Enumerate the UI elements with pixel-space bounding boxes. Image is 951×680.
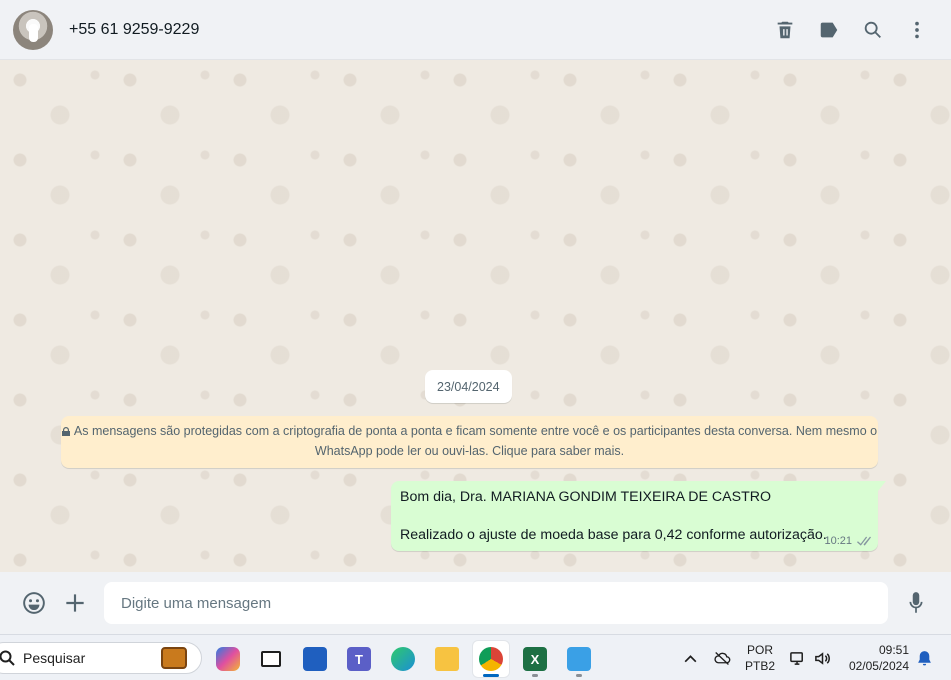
message-text-line: Realizado o ajuste de moeda base para 0,…: [400, 527, 827, 543]
network-icon: [789, 651, 803, 665]
taskbar-search[interactable]: Pesquisar: [0, 642, 202, 674]
header-actions: [769, 14, 933, 46]
contact-avatar[interactable]: [13, 9, 53, 50]
more-vertical-icon: [915, 21, 919, 39]
taskbar-excel[interactable]: X: [517, 641, 553, 677]
encryption-notice[interactable]: As mensagens são protegidas com a cripto…: [61, 416, 878, 468]
labels-button[interactable]: [813, 14, 845, 46]
bell-icon: [917, 650, 931, 665]
clock-time: 09:51: [878, 643, 909, 657]
show-hidden-icons-button[interactable]: [680, 635, 700, 680]
chevron-up-icon: [684, 654, 696, 662]
microphone-icon: [909, 592, 923, 613]
trash-icon: [777, 21, 793, 39]
taskbar-search-label: Pesquisar: [23, 650, 86, 666]
search-icon: [864, 21, 881, 38]
copilot-icon: [216, 647, 240, 671]
search-button[interactable]: [857, 14, 889, 46]
clock-date: 02/05/2024: [848, 659, 909, 673]
notepad-icon: [567, 647, 591, 671]
store-icon: [303, 647, 327, 671]
volume-status[interactable]: [811, 635, 833, 680]
cloud-offline-icon: [713, 651, 730, 665]
task-view-icon: [261, 651, 281, 667]
message-composer: Digite uma mensagem: [0, 572, 951, 634]
attach-button[interactable]: [58, 586, 92, 620]
windows-taskbar: Pesquisar T X POR PTB2 09:51 02/05/2024: [0, 634, 951, 680]
active-indicator: [483, 674, 499, 677]
delete-chat-button[interactable]: [769, 14, 801, 46]
menu-button[interactable]: [901, 14, 933, 46]
excel-icon: X: [523, 647, 547, 671]
voice-message-button[interactable]: [899, 586, 933, 620]
briefcase-icon[interactable]: [161, 647, 187, 669]
plus-icon: [66, 594, 84, 612]
contact-name[interactable]: +55 61 9259-9229: [69, 21, 199, 39]
chrome-icon: [479, 647, 503, 671]
date-chip: 23/04/2024: [425, 370, 512, 403]
emoji-button[interactable]: [17, 586, 51, 620]
speaker-icon: [814, 651, 830, 665]
double-check-icon: [855, 536, 871, 547]
message-text-line: Bom dia, Dra. MARIANA GONDIM TEIXEIRA DE…: [400, 489, 772, 505]
network-status[interactable]: [786, 635, 808, 680]
taskbar-notepad[interactable]: [561, 641, 597, 677]
lock-icon: [61, 422, 70, 436]
message-meta: 10:21: [824, 535, 871, 547]
encryption-notice-text: As mensagens são protegidas com a cripto…: [73, 424, 878, 458]
folder-icon: [435, 647, 459, 671]
message-input[interactable]: Digite uma mensagem: [104, 582, 888, 624]
taskbar-edge[interactable]: [385, 641, 421, 677]
taskbar-copilot[interactable]: [210, 641, 246, 677]
label-tag-icon: [820, 22, 838, 38]
message-time: 10:21: [824, 535, 852, 547]
taskbar-clock[interactable]: 09:51 02/05/2024: [843, 635, 909, 680]
edge-icon: [391, 647, 415, 671]
input-language[interactable]: POR PTB2: [743, 635, 777, 680]
emoji-icon: [23, 592, 45, 614]
running-indicator: [532, 674, 538, 677]
taskbar-teams[interactable]: T: [341, 641, 377, 677]
chat-header: +55 61 9259-9229: [0, 0, 951, 60]
taskbar-chrome[interactable]: [473, 641, 509, 677]
keyboard-layout: PTB2: [744, 659, 775, 673]
notifications-button[interactable]: [914, 635, 934, 680]
chat-panel[interactable]: 23/04/2024 As mensagens são protegidas c…: [0, 60, 951, 572]
taskbar-store[interactable]: [297, 641, 333, 677]
onedrive-status[interactable]: [710, 635, 734, 680]
language-code: POR: [746, 643, 773, 657]
running-indicator: [576, 674, 582, 677]
search-icon: [0, 650, 15, 666]
taskbar-file-explorer[interactable]: [429, 641, 465, 677]
outgoing-message[interactable]: Bom dia, Dra. MARIANA GONDIM TEIXEIRA DE…: [391, 481, 886, 551]
taskbar-task-view[interactable]: [253, 641, 289, 677]
teams-icon: T: [347, 647, 371, 671]
